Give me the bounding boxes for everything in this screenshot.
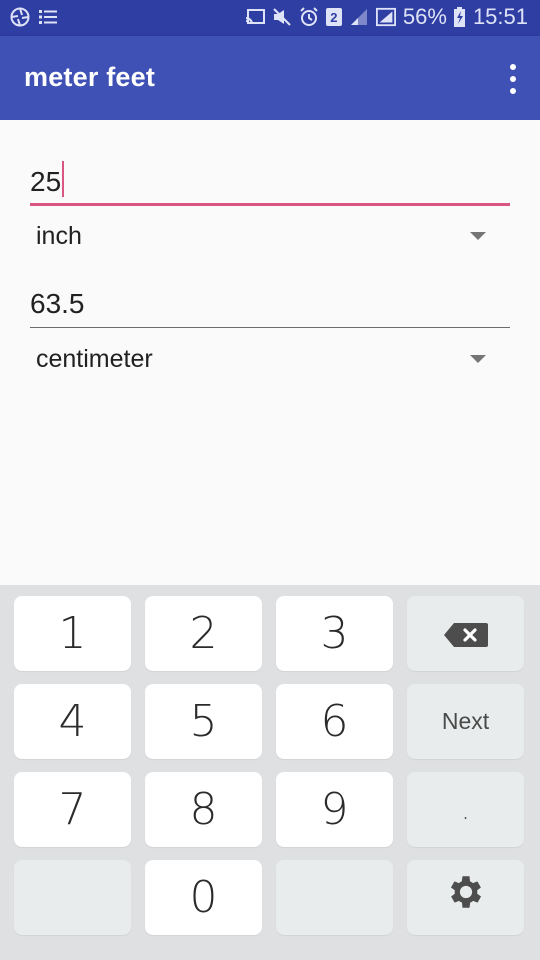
settings-key[interactable] [407, 860, 524, 935]
battery-charging-icon [454, 6, 466, 28]
alarm-icon [299, 6, 319, 28]
dropdown-arrow-icon [470, 355, 486, 363]
input-underline [30, 203, 510, 206]
mute-icon [272, 6, 292, 28]
decimal-key[interactable]: . [407, 772, 524, 847]
key-6[interactable]: 6 [276, 684, 393, 759]
aperture-icon [10, 6, 30, 28]
dropdown-arrow-icon [470, 232, 486, 240]
status-bar: 2 56% 15:51 [0, 0, 540, 36]
list-icon [38, 6, 58, 28]
numeric-keyboard: 1 2 3 4 5 6 Next 7 8 9 . 0 [0, 585, 540, 960]
input-value-field[interactable]: 25 [30, 158, 510, 206]
key-7[interactable]: 7 [14, 772, 131, 847]
converter-form: 25 inch 63.5 centimeter [0, 120, 540, 585]
key-1[interactable]: 1 [14, 596, 131, 671]
input-unit-dropdown[interactable]: inch [36, 216, 506, 256]
blank-key [14, 860, 131, 935]
output-unit-dropdown[interactable]: centimeter [36, 339, 506, 379]
key-4[interactable]: 4 [14, 684, 131, 759]
signal-icon [375, 6, 396, 28]
input-unit-label: inch [36, 222, 82, 250]
key-5[interactable]: 5 [145, 684, 262, 759]
next-key[interactable]: Next [407, 684, 524, 759]
blank-key [276, 860, 393, 935]
output-underline [30, 327, 510, 328]
input-value: 25 [30, 166, 62, 197]
key-0[interactable]: 0 [145, 860, 262, 935]
key-3[interactable]: 3 [276, 596, 393, 671]
text-cursor [62, 161, 65, 197]
app-title: meter feet [24, 62, 156, 92]
key-8[interactable]: 8 [145, 772, 262, 847]
battery-percent: 56% [402, 4, 447, 29]
key-9[interactable]: 9 [276, 772, 393, 847]
backspace-icon [443, 608, 489, 659]
key-2[interactable]: 2 [145, 596, 262, 671]
sim2-icon: 2 [325, 8, 342, 26]
gear-icon [445, 871, 487, 924]
clock: 15:51 [472, 4, 528, 29]
cast-icon [245, 6, 265, 28]
output-value: 63.5 [30, 288, 85, 319]
app-bar: meter feet [0, 36, 540, 120]
more-vert-icon[interactable] [506, 64, 520, 94]
backspace-key[interactable] [407, 596, 524, 671]
output-unit-label: centimeter [36, 345, 153, 373]
output-value-field[interactable]: 63.5 [30, 280, 510, 328]
signal-weak-icon [349, 6, 369, 28]
